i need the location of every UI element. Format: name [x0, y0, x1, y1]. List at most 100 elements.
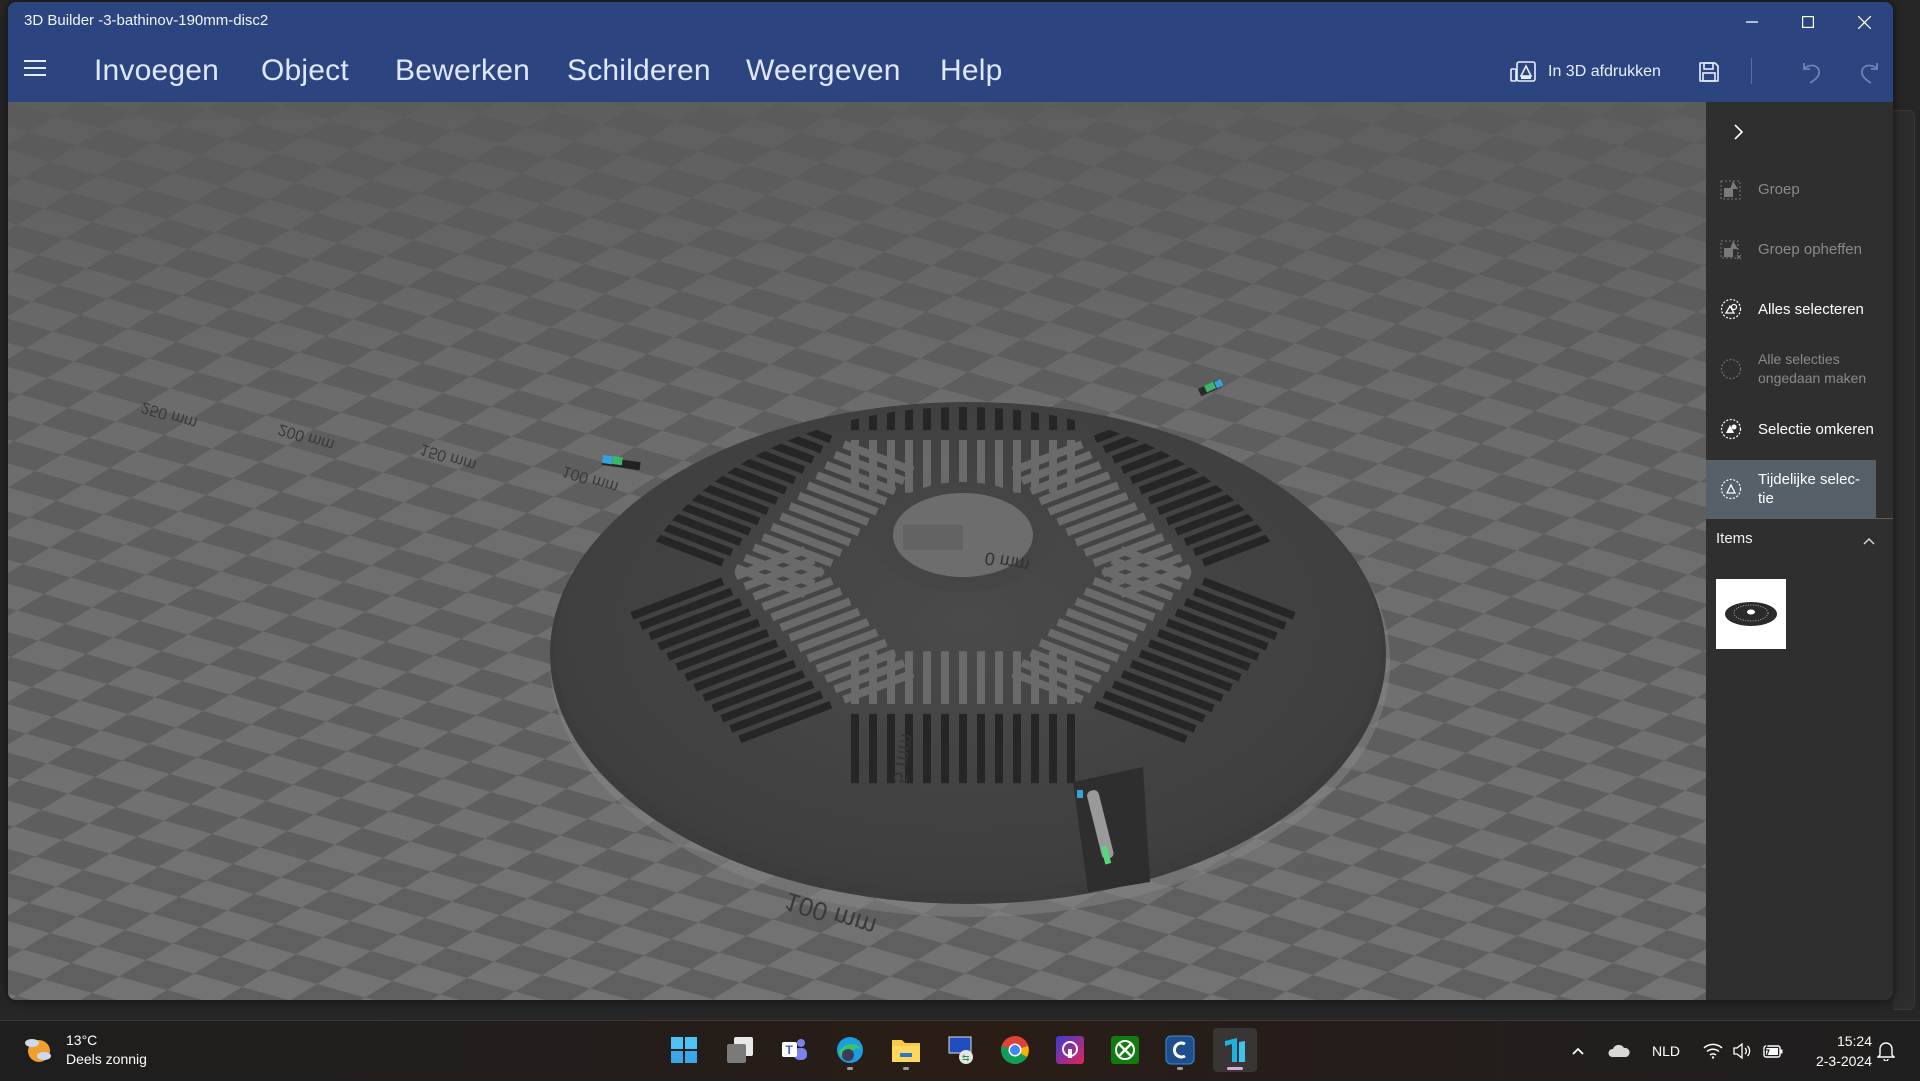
- running-indicator: [1177, 1067, 1183, 1070]
- disc-thumbnail-icon: [1721, 594, 1781, 634]
- battery-charging-icon: [1762, 1043, 1784, 1059]
- panel-item-groep[interactable]: Groep: [1706, 160, 1876, 218]
- clock[interactable]: 15:24 2-3-2024: [1802, 1031, 1872, 1071]
- invert-selection-icon: [1720, 418, 1742, 440]
- collapse-panel-button[interactable]: [1726, 120, 1750, 144]
- task-view-icon: [726, 1036, 754, 1064]
- deselect-all-icon: [1720, 358, 1742, 380]
- battery-button[interactable]: [1762, 1021, 1784, 1081]
- menu-schilderen[interactable]: Schilderen: [567, 54, 711, 88]
- bell-icon: [1877, 1041, 1895, 1061]
- undo-button[interactable]: [1795, 56, 1827, 88]
- items-collapse-button[interactable]: [1862, 534, 1876, 548]
- undo-icon: [1798, 59, 1824, 85]
- 3d-builder-button[interactable]: [1213, 1028, 1257, 1072]
- close-icon: [1858, 16, 1871, 29]
- 3d-viewport[interactable]: 250 mm 200 mm 150 mm 100 mm 100 mm 0 mm …: [8, 102, 1706, 1000]
- weather-condition: Deels zonnig: [66, 1050, 147, 1069]
- xbox-icon: [1110, 1035, 1140, 1065]
- speaker-icon: [1732, 1043, 1752, 1059]
- show-hidden-icons-button[interactable]: [1570, 1021, 1586, 1081]
- panel-item-groep-opheffen[interactable]: Groep opheffen: [1706, 220, 1876, 278]
- task-view-button[interactable]: [718, 1028, 762, 1072]
- running-indicator: [847, 1067, 853, 1070]
- panel-item-label: Alle selecties ongedaan maken: [1758, 350, 1876, 388]
- volume-button[interactable]: [1732, 1021, 1752, 1081]
- scene-canvas[interactable]: 250 mm 200 mm 150 mm 100 mm 100 mm 0 mm …: [8, 102, 1706, 1000]
- onedrive-button[interactable]: [1608, 1021, 1630, 1081]
- notifications-button[interactable]: [1877, 1021, 1895, 1081]
- weather-widget[interactable]: 13°C Deels zonnig: [22, 1031, 147, 1069]
- item-thumbnail[interactable]: [1716, 579, 1786, 649]
- teams-button[interactable]: T: [772, 1028, 816, 1072]
- panel-item-label: Alles selecteren: [1758, 300, 1864, 319]
- active-indicator: [1227, 1067, 1243, 1070]
- print-3d-button[interactable]: In 3D afdrukken: [1510, 56, 1661, 88]
- network-button[interactable]: [1703, 1021, 1723, 1081]
- partly-sunny-icon: [22, 1034, 54, 1066]
- chevron-up-icon: [1862, 534, 1876, 548]
- toolbar-divider: [1751, 58, 1752, 84]
- window-title: 3D Builder -3-bathinov-190mm-disc2: [24, 12, 268, 29]
- 3d-builder-icon: [1220, 1035, 1250, 1065]
- items-header: Items: [1716, 530, 1753, 547]
- menu-invoegen[interactable]: Invoegen: [94, 54, 219, 88]
- title-bar[interactable]: 3D Builder -3-bathinov-190mm-disc2: [8, 2, 1893, 42]
- maximize-button[interactable]: [1780, 2, 1836, 42]
- edge-browser-icon: [835, 1035, 865, 1065]
- clock-time: 15:24: [1802, 1031, 1872, 1051]
- chevron-up-icon: [1570, 1043, 1586, 1059]
- panel-item-label: Selectie omkeren: [1758, 420, 1874, 439]
- printer-3d-icon: [1510, 61, 1536, 83]
- panel-item-label: Groep opheffen: [1758, 240, 1862, 259]
- xbox-button[interactable]: [1103, 1028, 1147, 1072]
- panel-item-alle-selecties-ongedaan-maken[interactable]: Alle selecties ongedaan maken: [1706, 340, 1876, 398]
- onedrive-cloud-icon: [1608, 1044, 1630, 1058]
- panel-item-label: Groep: [1758, 180, 1800, 199]
- start-button[interactable]: [662, 1028, 706, 1072]
- file-explorer-button[interactable]: [884, 1028, 928, 1072]
- app-window: 3D Builder -3-bathinov-190mm-disc2 Invoe…: [8, 2, 1893, 1000]
- close-button[interactable]: [1836, 2, 1892, 42]
- remote-desktop-button[interactable]: ⇆: [939, 1028, 983, 1072]
- select-all-icon: [1720, 298, 1742, 320]
- ccleaner-icon: [1165, 1035, 1195, 1065]
- print-3d-label: In 3D afdrukken: [1548, 63, 1661, 81]
- menu-object[interactable]: Object: [261, 54, 349, 88]
- running-indicator: [903, 1067, 909, 1070]
- panel-item-tijdelijke-selectie[interactable]: Tijdelijke selec-tie: [1706, 460, 1876, 518]
- panel-item-selectie-omkeren[interactable]: Selectie omkeren: [1706, 400, 1876, 458]
- redo-icon: [1857, 59, 1883, 85]
- menu-bewerken[interactable]: Bewerken: [395, 54, 530, 88]
- teams-icon: T: [780, 1036, 808, 1064]
- clock-date: 2-3-2024: [1802, 1051, 1872, 1071]
- svg-text:⇆: ⇆: [962, 1053, 970, 1063]
- panel-item-label: Tijdelijke selec-tie: [1758, 470, 1868, 508]
- folder-icon: [891, 1037, 921, 1063]
- menu-bar: Invoegen Object Bewerken Schilderen Weer…: [8, 42, 1893, 102]
- chrome-button[interactable]: [993, 1028, 1037, 1072]
- windows-logo-icon: [670, 1036, 698, 1064]
- menu-help[interactable]: Help: [940, 54, 1003, 88]
- edge-button[interactable]: [828, 1028, 872, 1072]
- panel-item-alles-selecteren[interactable]: Alles selecteren: [1706, 280, 1876, 338]
- language-label: NLD: [1652, 1043, 1680, 1059]
- ungroup-icon: [1720, 238, 1742, 260]
- language-indicator[interactable]: NLD: [1652, 1021, 1680, 1081]
- minimize-icon: [1746, 16, 1758, 28]
- podcast-app-button[interactable]: [1048, 1028, 1092, 1072]
- background-window-edge: [1893, 110, 1915, 1010]
- chevron-right-icon: [1726, 120, 1750, 144]
- temporary-selection-icon: [1720, 478, 1742, 500]
- center-hole-checker: [903, 525, 963, 550]
- menu-weergeven[interactable]: Weergeven: [746, 54, 901, 88]
- hamburger-menu-button[interactable]: [24, 60, 46, 82]
- podcast-app-icon: [1055, 1035, 1085, 1065]
- minimize-button[interactable]: [1724, 2, 1780, 42]
- save-button[interactable]: [1693, 56, 1725, 88]
- selection-panel: Groep Groep opheffen Alles selecteren: [1706, 102, 1893, 1000]
- save-icon: [1697, 60, 1721, 84]
- ccleaner-button[interactable]: [1158, 1028, 1202, 1072]
- redo-button[interactable]: [1854, 56, 1886, 88]
- items-divider: [1706, 518, 1893, 519]
